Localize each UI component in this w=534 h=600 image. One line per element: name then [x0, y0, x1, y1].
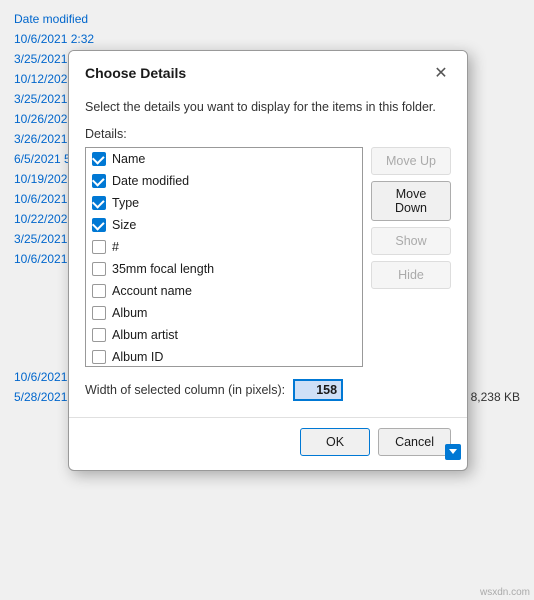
detail-item-label: #	[112, 240, 119, 254]
detail-checkbox[interactable]	[92, 350, 106, 364]
detail-item[interactable]: Type	[86, 192, 362, 214]
detail-item-label: Album	[112, 306, 147, 320]
detail-checkbox[interactable]	[92, 262, 106, 276]
detail-item[interactable]: Size	[86, 214, 362, 236]
show-button[interactable]: Show	[371, 227, 451, 255]
action-buttons-column: Move Up Move Down Show Hide	[371, 147, 451, 367]
detail-item-label: Album artist	[112, 328, 178, 342]
move-up-button[interactable]: Move Up	[371, 147, 451, 175]
detail-checkbox[interactable]	[92, 328, 106, 342]
detail-item[interactable]: Album	[86, 302, 362, 324]
detail-item[interactable]: Name	[86, 148, 362, 170]
detail-checkbox[interactable]	[92, 174, 106, 188]
detail-checkbox[interactable]	[92, 152, 106, 166]
detail-item-label: Size	[112, 218, 136, 232]
details-area: Name Date modified Type Size #35mm focal len…	[85, 147, 451, 367]
detail-checkbox[interactable]	[92, 306, 106, 320]
bg-date-1: 10/6/2021 2:32	[14, 32, 144, 46]
detail-checkbox[interactable]	[92, 240, 106, 254]
detail-item[interactable]: Album ID	[86, 346, 362, 367]
bg-header-row: Date modified	[10, 10, 524, 28]
detail-item-label: Album ID	[112, 350, 163, 364]
detail-checkbox[interactable]	[92, 284, 106, 298]
choose-details-dialog: Choose Details ✕ Select the details you …	[68, 50, 468, 471]
detail-item-label: Type	[112, 196, 139, 210]
bg-header-date: Date modified	[14, 12, 144, 26]
hide-button[interactable]: Hide	[371, 261, 451, 289]
width-label: Width of selected column (in pixels):	[85, 383, 285, 397]
detail-item-label: 35mm focal length	[112, 262, 214, 276]
dialog-titlebar: Choose Details ✕	[69, 51, 467, 93]
move-down-button[interactable]: Move Down	[371, 181, 451, 221]
cancel-button[interactable]: Cancel	[378, 428, 451, 456]
ok-button[interactable]: OK	[300, 428, 370, 456]
bg-size-acrobat: 8,238 KB	[471, 390, 520, 404]
dialog-footer: OK Cancel	[69, 417, 467, 470]
details-list[interactable]: Name Date modified Type Size #35mm focal len…	[85, 147, 363, 367]
dialog-description: Select the details you want to display f…	[85, 99, 451, 117]
detail-item[interactable]: #	[86, 236, 362, 258]
dialog-title: Choose Details	[85, 65, 186, 81]
bg-row-1: 10/6/2021 2:32	[10, 30, 524, 48]
detail-item-label: Date modified	[112, 174, 189, 188]
detail-item-label: Name	[112, 152, 145, 166]
width-row: Width of selected column (in pixels):	[85, 379, 451, 401]
detail-item[interactable]: 35mm focal length	[86, 258, 362, 280]
dialog-body: Select the details you want to display f…	[69, 93, 467, 415]
details-label: Details:	[85, 127, 451, 141]
dialog-close-button[interactable]: ✕	[429, 61, 453, 85]
detail-item[interactable]: Date modified	[86, 170, 362, 192]
detail-item[interactable]: Album artist	[86, 324, 362, 346]
detail-checkbox[interactable]	[92, 196, 106, 210]
scroll-indicator	[445, 444, 461, 460]
detail-item-label: Account name	[112, 284, 192, 298]
watermark: wsxdn.com	[480, 587, 530, 598]
detail-item[interactable]: Account name	[86, 280, 362, 302]
width-input[interactable]	[293, 379, 343, 401]
detail-checkbox[interactable]	[92, 218, 106, 232]
